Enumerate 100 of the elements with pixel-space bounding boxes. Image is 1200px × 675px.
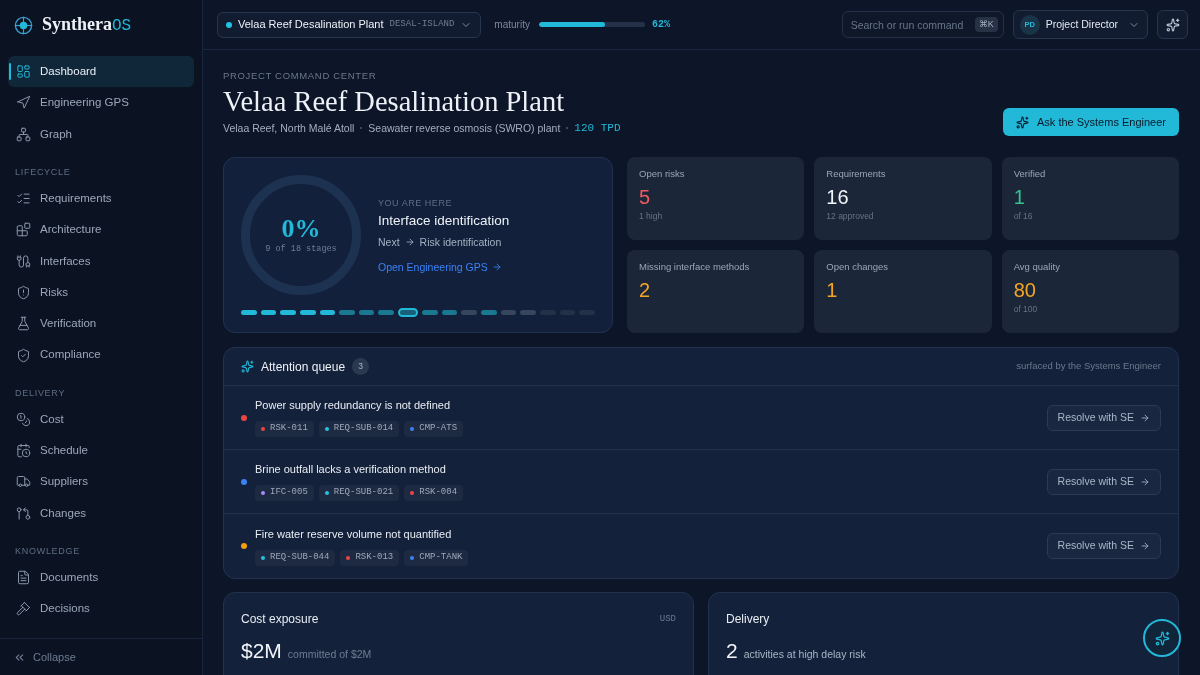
cost-caption: committed of $2M [287,647,372,661]
stat-label: Verified [1013,168,1047,180]
resolve-button[interactable]: Resolve with SE [1046,468,1161,495]
stat-caption: 12 approved [826,211,875,222]
sidebar-item[interactable]: Dashboard [8,56,194,88]
maturity-reading: 62% [651,18,670,32]
page-title: Velaa Reef Desalination Plant [223,86,566,118]
truck-icon [16,474,31,490]
document-icon [16,570,31,585]
stat-value: 16 [826,185,850,209]
reference-tag[interactable]: CMP-ATS [404,421,464,437]
attention-item-title: Fire water reserve volume not quantified [255,526,453,541]
sparkles-icon [1154,630,1170,646]
sidebar-item[interactable]: Suppliers [8,466,194,498]
stat-value: 1 [826,278,839,302]
stat-value: 5 [639,185,652,209]
delivery-caption: activities at high delay risk [743,647,866,661]
blocks-icon [16,222,31,238]
sidebar-item[interactable]: Documents [8,561,194,594]
brand-name: SyntheraOS [42,13,132,37]
sidebar-item[interactable]: Risks [8,276,194,309]
attention-title: Attention queue [261,358,346,376]
stat-label: Avg quality [1013,261,1061,273]
reference-tag[interactable]: RSK-004 [404,485,464,501]
stat-value: 1 [1013,185,1026,209]
stat-caption: 1 high [639,211,664,222]
stat-value: 2 [639,278,652,302]
arrow-right-icon [404,236,415,247]
stat-label: Open risks [639,168,686,180]
attention-item-title: Power supply redundancy is not defined [255,398,452,412]
arrow-right-icon [1140,476,1150,487]
capacity-value: 120 TPD [574,121,621,135]
stat-caption: of 16 [1013,211,1034,222]
stat-value: 80 [1013,278,1037,302]
arrow-right-icon [1140,541,1150,551]
sidebar-item[interactable]: Architecture [8,214,194,246]
project-meta: Seawater reverse osmosis (SWRO) plant [368,121,561,135]
count-badge: 3 [352,358,370,375]
current-stage: Interface identification [378,211,510,230]
reference-tag[interactable]: RSK-011 [255,421,314,437]
hierarchy-icon [16,126,31,142]
reference-tag[interactable]: REQ-SUB-021 [318,485,400,501]
resolve-button[interactable]: Resolve with SE [1046,533,1161,559]
attention-note: surfaced by the Systems Engineer [1016,359,1161,374]
next-stage: Risk identification [419,234,502,249]
delivery-value: 2 [726,639,738,663]
section-label: LIFECYCLE [14,165,72,179]
gavel-icon [16,601,31,617]
sidebar-item[interactable]: Graph [8,118,194,150]
sidebar-item[interactable]: Changes [8,497,194,529]
ask-engineer-button[interactable]: Ask the Systems Engineer [1003,108,1179,136]
stat-caption: of 100 [1013,304,1039,315]
navigation-arrow-icon [16,95,31,111]
sparkles-icon [1165,17,1180,32]
checklist-icon [16,191,31,207]
reference-tag[interactable]: IFC-005 [255,485,314,501]
sparkles-icon [241,360,254,373]
page-eyebrow: PROJECT COMMAND CENTER [223,70,378,82]
maturity-label: maturity [494,18,530,32]
assistant-button[interactable] [1157,10,1188,39]
coins-icon [16,411,31,427]
attention-item-title: Brine outfall lacks a verification method [255,462,447,476]
sidebar-item[interactable]: Requirements [8,182,194,215]
sparkles-icon [1016,115,1029,129]
card-title: Cost exposure [241,611,319,627]
engineering-gps-link[interactable]: Open Engineering GPS [378,259,510,274]
next-label: Next [378,234,400,249]
sidebar-item[interactable]: Decisions [8,593,194,625]
reference-tag[interactable]: CMP-TANK [404,549,469,566]
stat-label: Requirements [826,168,887,180]
cost-value: $2M [241,639,282,663]
sidebar-item[interactable]: Cost [8,403,194,435]
shield-alert-icon [16,284,31,300]
sidebar-item[interactable]: Interfaces [8,245,194,277]
currency-label: USD [659,613,676,625]
arrow-right-icon [1140,412,1150,423]
arrow-right-icon [491,261,502,272]
stage-count: 9 of 18 stages [265,243,337,255]
reference-tag[interactable]: REQ-SUB-014 [318,421,400,437]
shield-check-icon [16,347,31,363]
collapse-button[interactable]: Collapse [13,648,76,666]
cable-icon [16,253,31,269]
section-label: KNOWLEDGE [14,544,81,558]
current-stage-label: YOU ARE HERE [378,196,453,209]
sidebar-item[interactable]: Engineering GPS [8,87,194,119]
stat-label: Missing interface methods [639,261,751,273]
resolve-button[interactable]: Resolve with SE [1046,404,1161,431]
reference-tag[interactable]: RSK-013 [340,549,400,566]
logo-icon [14,15,33,35]
sidebar-item[interactable]: Compliance [8,339,194,371]
sidebar-item[interactable]: Verification [8,308,194,340]
reference-tag[interactable]: REQ-SUB-044 [255,549,336,566]
sidebar-item[interactable]: Schedule [8,434,194,467]
dashboard-grid-icon [16,64,31,80]
card-title: Delivery [726,611,771,627]
shortcut-key: ⌘K [974,17,998,32]
pull-request-icon [16,505,31,521]
project-selector[interactable]: Velaa Reef Desalination Plant DESAL-ISLAND [217,11,482,38]
section-label: DELIVERY [14,386,67,400]
progress-percent: 0% [281,215,321,243]
